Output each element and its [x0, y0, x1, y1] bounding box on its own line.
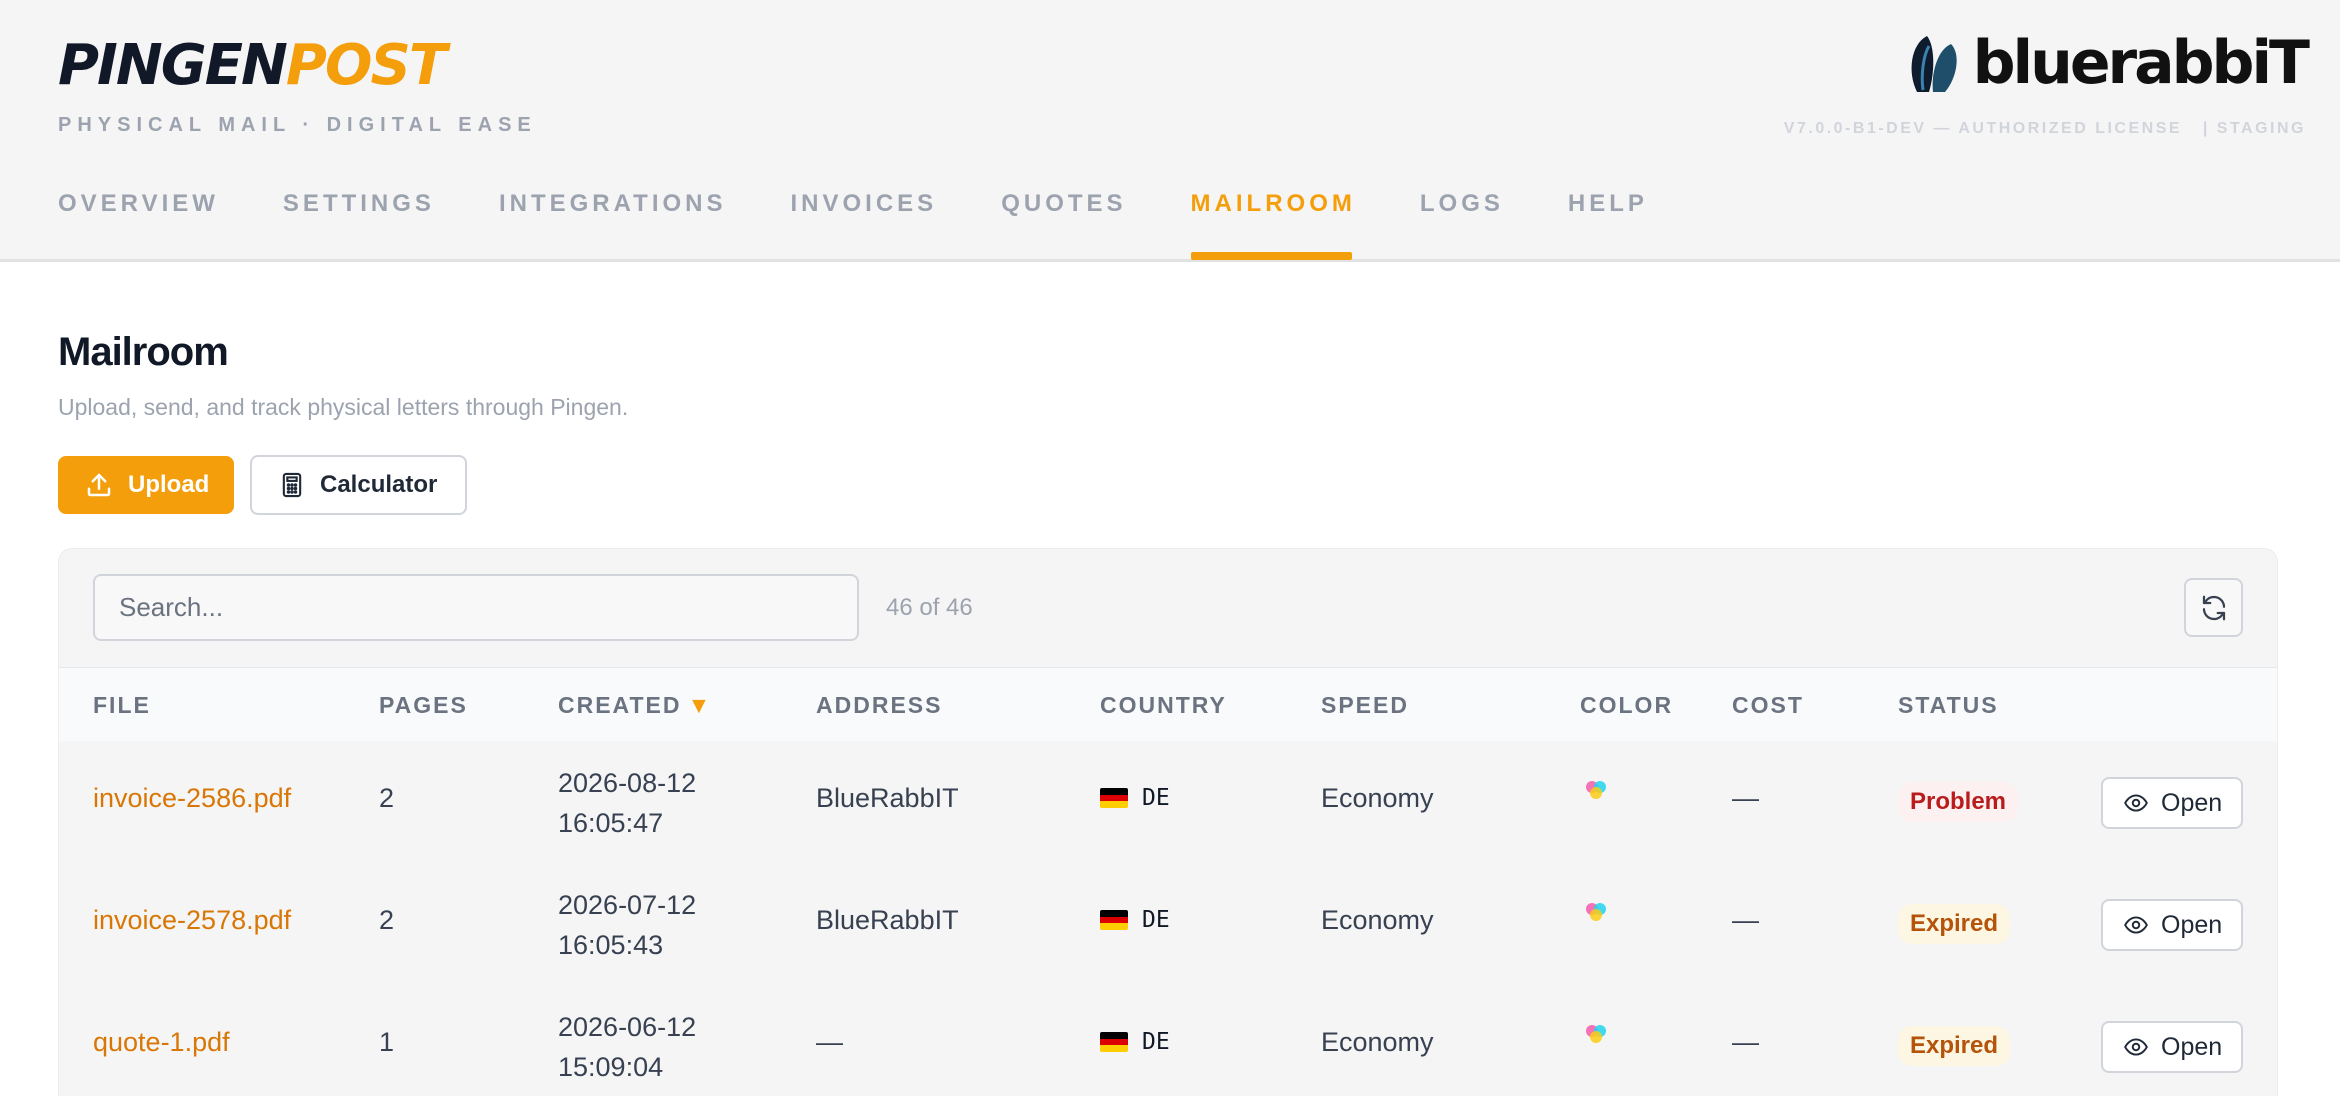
country-cell: DE	[1100, 785, 1170, 811]
created-cell: 2026-07-12 16:05:43	[558, 885, 696, 965]
tab-mailroom[interactable]: MAILROOM	[1190, 190, 1356, 260]
upload-button-label: Upload	[128, 471, 210, 498]
upload-button[interactable]: Upload	[58, 456, 234, 514]
mailroom-table-card: 46 of 46 FILE PAGES CREATED▼ ADDRESS COU…	[58, 548, 2278, 1096]
upload-icon	[87, 473, 111, 497]
address-cell: BlueRabbIT	[816, 905, 959, 935]
flag-de-icon	[1100, 788, 1128, 808]
rabbit-logo-icon	[1911, 36, 1957, 92]
flag-de-icon	[1100, 1032, 1128, 1052]
page-subtitle: Upload, send, and track physical letters…	[58, 394, 629, 420]
cost-cell: —	[1732, 905, 1759, 935]
pages-cell: 1	[379, 1027, 395, 1057]
main-nav: OVERVIEW SETTINGS INTEGRATIONS INVOICES …	[58, 190, 1712, 260]
column-speed[interactable]: SPEED	[1321, 692, 1409, 719]
table-row[interactable]: invoice-2578.pdf 2 2026-07-12 16:05:43 B…	[59, 864, 2277, 986]
app-header: PINGENPOST PHYSICAL MAIL · DIGITAL EASE …	[0, 0, 2340, 262]
country-cell: DE	[1100, 907, 1170, 933]
sort-desc-icon: ▼	[687, 692, 713, 718]
tab-logs[interactable]: LOGS	[1420, 190, 1504, 260]
cost-cell: —	[1732, 783, 1759, 813]
column-status[interactable]: STATUS	[1898, 692, 1999, 719]
open-button-label: Open	[2161, 910, 2223, 939]
brand-name-part1: PINGEN	[58, 33, 288, 98]
column-created[interactable]: CREATED ▼	[558, 692, 712, 719]
file-link[interactable]: invoice-2586.pdf	[93, 783, 291, 814]
tab-invoices[interactable]: INVOICES	[791, 190, 938, 260]
column-file[interactable]: FILE	[93, 692, 151, 719]
tab-quotes[interactable]: QUOTES	[1001, 190, 1126, 260]
speed-cell: Economy	[1321, 1027, 1434, 1057]
country-code: DE	[1142, 1029, 1170, 1055]
file-link[interactable]: quote-1.pdf	[93, 1027, 230, 1058]
column-pages[interactable]: PAGES	[379, 692, 468, 719]
open-button[interactable]: Open	[2101, 899, 2243, 951]
speed-cell: Economy	[1321, 783, 1434, 813]
calculator-button[interactable]: Calculator	[250, 455, 467, 515]
version-label: V7.0.0-B1-DEV — AUTHORIZED LICENSE | STA…	[1783, 120, 2306, 137]
address-cell: BlueRabbIT	[816, 783, 959, 813]
column-cost[interactable]: COST	[1732, 692, 1804, 719]
tab-settings[interactable]: SETTINGS	[283, 190, 435, 260]
created-date: 2026-06-12	[558, 1012, 697, 1042]
open-button-label: Open	[2161, 788, 2223, 817]
created-time: 16:05:47	[558, 808, 664, 838]
tab-integrations[interactable]: INTEGRATIONS	[499, 190, 727, 260]
open-button[interactable]: Open	[2101, 777, 2243, 829]
open-button-label: Open	[2161, 1032, 2223, 1061]
created-cell: 2026-06-12 15:09:04	[558, 1007, 696, 1087]
open-button[interactable]: Open	[2101, 1021, 2243, 1073]
tab-help[interactable]: HELP	[1568, 190, 1648, 260]
table-row[interactable]: quote-1.pdf 1 2026-06-12 15:09:04 — DE E…	[59, 986, 2277, 1096]
created-time: 16:05:43	[558, 930, 664, 960]
column-country[interactable]: COUNTRY	[1100, 692, 1227, 719]
created-date: 2026-08-12	[558, 768, 697, 798]
column-address[interactable]: ADDRESS	[816, 692, 942, 719]
logo-text: bluerabbiT	[1972, 28, 2310, 98]
pages-cell: 2	[379, 905, 395, 935]
calculator-icon	[282, 472, 302, 498]
search-input[interactable]	[93, 574, 859, 641]
file-link[interactable]: invoice-2578.pdf	[93, 905, 291, 936]
page-title: Mailroom	[58, 330, 229, 374]
status-badge: Problem	[1898, 782, 2019, 822]
refresh-button[interactable]	[2184, 578, 2243, 637]
created-date: 2026-07-12	[558, 890, 697, 920]
color-dots-icon	[1583, 900, 1609, 933]
status-badge: Expired	[1898, 904, 2011, 944]
flag-de-icon	[1100, 910, 1128, 930]
table-row[interactable]: invoice-2586.pdf 2 2026-08-12 16:05:47 B…	[59, 742, 2277, 864]
column-created-label: CREATED	[558, 692, 682, 718]
brand-tagline: PHYSICAL MAIL · DIGITAL EASE	[58, 114, 537, 136]
created-time: 15:09:04	[558, 1052, 664, 1082]
result-count: 46 of 46	[886, 594, 973, 621]
calculator-button-label: Calculator	[320, 471, 438, 498]
brand-logo[interactable]: PINGENPOST	[58, 33, 447, 98]
refresh-icon	[2202, 595, 2225, 620]
country-code: DE	[1142, 907, 1170, 933]
color-dots-icon	[1583, 1022, 1609, 1055]
speed-cell: Economy	[1321, 905, 1434, 935]
eye-icon	[2124, 1038, 2148, 1056]
cost-cell: —	[1732, 1027, 1759, 1057]
pages-cell: 2	[379, 783, 395, 813]
column-color[interactable]: COLOR	[1580, 692, 1673, 719]
table-header: FILE PAGES CREATED ▼ ADDRESS COUNTRY SPEE…	[59, 667, 2277, 741]
status-badge: Expired	[1898, 1026, 2011, 1066]
color-dots-icon	[1583, 778, 1609, 811]
eye-icon	[2124, 916, 2148, 934]
country-cell: DE	[1100, 1029, 1170, 1055]
country-code: DE	[1142, 785, 1170, 811]
bluerabbit-logo: bluerabbiT	[1907, 28, 2310, 98]
created-cell: 2026-08-12 16:05:47	[558, 763, 696, 843]
eye-icon	[2124, 794, 2148, 812]
address-cell: —	[816, 1027, 843, 1057]
brand-name-part2: POST	[285, 33, 447, 98]
tab-overview[interactable]: OVERVIEW	[58, 190, 219, 260]
